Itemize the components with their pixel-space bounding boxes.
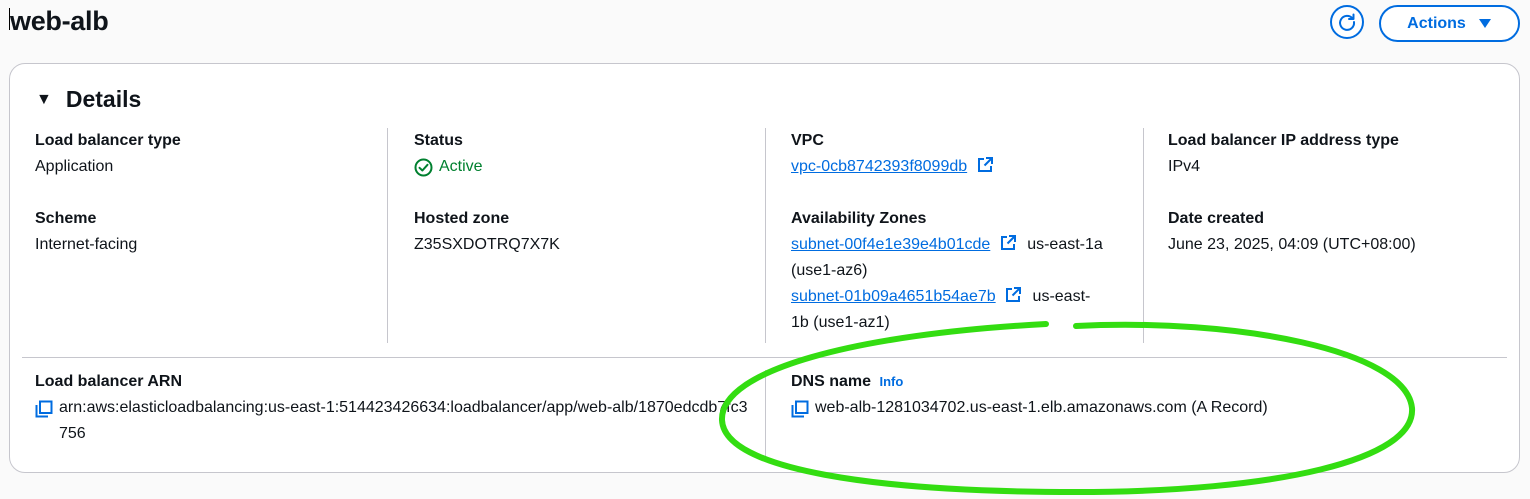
- field-vpc: VPC vpc-0cb8742393f8099db: [791, 128, 994, 180]
- field-label: Date created: [1168, 210, 1265, 227]
- column-divider: [387, 128, 388, 343]
- external-link-icon[interactable]: [1004, 286, 1022, 304]
- row-divider: [22, 357, 1507, 358]
- field-label: Scheme: [35, 210, 97, 227]
- arn-value: arn:aws:elasticloadbalancing:us-east-1:5…: [59, 399, 748, 442]
- subnet-link[interactable]: subnet-00f4e1e39e4b01cde: [791, 236, 990, 253]
- column-divider: [765, 128, 766, 343]
- field-load-balancer-arn: Load balancer ARN arn:aws:elasticloadbal…: [35, 369, 755, 447]
- field-status: Status Active: [414, 128, 483, 180]
- column-divider: [1143, 128, 1144, 343]
- status-text: Active: [439, 158, 483, 175]
- subnet-link[interactable]: subnet-01b09a4651b54ae7b: [791, 288, 996, 305]
- dns-copy-row: web-alb-1281034702.us-east-1.elb.amazona…: [791, 395, 1491, 421]
- info-link[interactable]: Info: [879, 374, 903, 389]
- field-ip-address-type: Load balancer IP address type IPv4: [1168, 128, 1399, 180]
- arn-copy-row: arn:aws:elasticloadbalancing:us-east-1:5…: [35, 395, 755, 447]
- field-load-balancer-type: Load balancer type Application: [35, 128, 181, 180]
- external-link-icon[interactable]: [999, 234, 1017, 252]
- field-value: Application: [35, 158, 114, 175]
- field-scheme: Scheme Internet-facing: [35, 206, 137, 258]
- vpc-link[interactable]: vpc-0cb8742393f8099db: [791, 158, 967, 175]
- copy-icon[interactable]: [791, 400, 809, 418]
- field-label: VPC: [791, 132, 824, 149]
- dns-value: web-alb-1281034702.us-east-1.elb.amazona…: [815, 399, 1268, 416]
- actions-label: Actions: [1407, 14, 1466, 32]
- page-title: web-alb: [10, 6, 109, 36]
- field-value: June 23, 2025, 04:09 (UTC+08:00): [1168, 236, 1416, 253]
- field-dns-name: DNS name Info web-alb-1281034702.us-east…: [791, 369, 1491, 421]
- field-label: DNS name: [791, 373, 872, 390]
- field-label: Status: [414, 132, 463, 149]
- field-availability-zones: Availability Zones subnet-00f4e1e39e4b01…: [791, 206, 1121, 336]
- field-value: Z35SXDOTRQ7X7K: [414, 236, 560, 253]
- refresh-icon: [1339, 13, 1356, 31]
- field-label: Hosted zone: [414, 210, 510, 227]
- refresh-button[interactable]: [1330, 5, 1364, 39]
- field-label: Load balancer IP address type: [1168, 132, 1399, 149]
- details-toggle[interactable]: ▼ Details: [36, 86, 141, 113]
- status-badge: Active: [414, 154, 483, 180]
- az-item: subnet-01b09a4651b54ae7b us-east-1b (use…: [791, 284, 1091, 336]
- external-link-icon[interactable]: [976, 156, 994, 174]
- copy-icon[interactable]: [35, 400, 53, 418]
- field-date-created: Date created June 23, 2025, 04:09 (UTC+0…: [1168, 206, 1416, 258]
- check-circle-icon: [414, 158, 433, 176]
- field-value: IPv4: [1168, 158, 1201, 175]
- caret-down-icon: [1478, 19, 1491, 28]
- az-item: subnet-00f4e1e39e4b01cde us-east-1a (use…: [791, 232, 1121, 284]
- field-label: Availability Zones: [791, 210, 927, 227]
- field-label: Load balancer type: [35, 132, 181, 149]
- details-title: Details: [65, 86, 142, 112]
- caret-down-icon: ▼: [36, 90, 52, 108]
- actions-button[interactable]: Actions: [1379, 5, 1520, 42]
- page: web-alb Actions ▼ Details Load balancer …: [0, 0, 1530, 499]
- field-label: Load balancer ARN: [35, 373, 182, 390]
- field-value: Internet-facing: [35, 236, 138, 253]
- field-hosted-zone: Hosted zone Z35SXDOTRQ7X7K: [414, 206, 560, 258]
- column-divider: [765, 370, 766, 460]
